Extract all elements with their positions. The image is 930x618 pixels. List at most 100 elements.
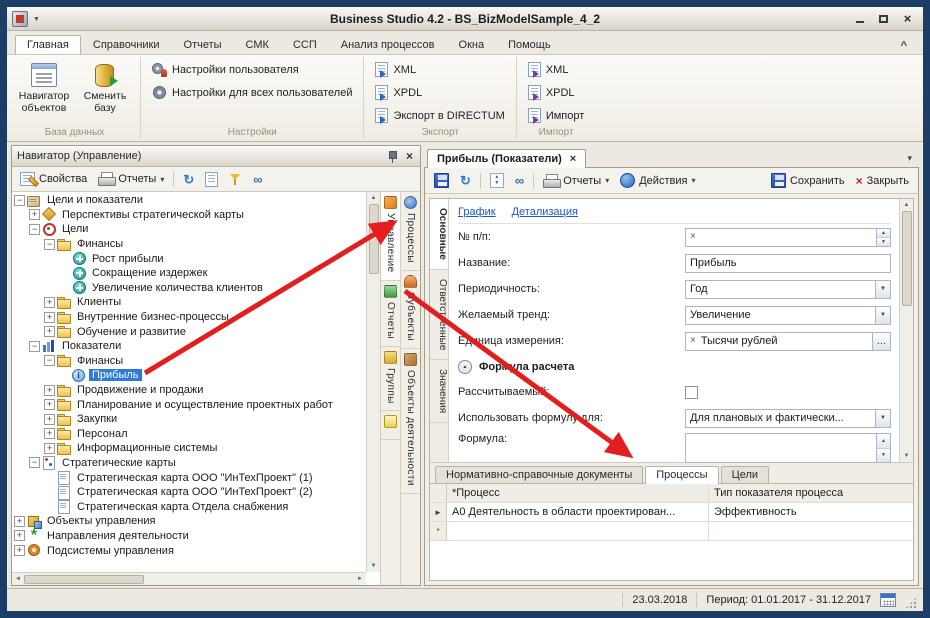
cell-process-empty[interactable] [447,522,709,540]
document-tab-profit[interactable]: Прибыль (Показатели) × [427,149,586,168]
side-tab-reports[interactable]: Отчеты [381,281,400,347]
tree-item[interactable]: −Цели и показатели [12,193,366,208]
tree-item[interactable]: −Стратегические карты [12,456,366,471]
filter-button[interactable] [224,170,247,189]
tab-goals[interactable]: Цели [721,466,769,483]
tree-expander-icon[interactable]: + [14,530,25,541]
expand-collapse-button[interactable] [485,170,509,191]
side-tab-main[interactable]: Основные [430,199,448,270]
save-and-stay-button[interactable]: Сохранить [766,170,850,191]
close-editor-button[interactable]: × Закрыть [851,172,914,190]
side-tab-subjects[interactable]: Субъекты [401,271,420,349]
unit-lookup[interactable]: × Тысячи рублей [685,332,873,351]
calendar-icon[interactable] [880,593,896,607]
tree-expander-icon[interactable]: − [44,239,55,250]
tree-item[interactable]: Прибыль [12,368,366,383]
formula-section-header[interactable]: ▲ Формула расчета [458,354,891,379]
tree-item[interactable]: Увеличение количества клиентов [12,281,366,296]
tree-item[interactable]: −Финансы [12,354,366,369]
trend-combo[interactable]: Увеличение [685,306,876,325]
tree-expander-icon[interactable]: + [44,385,55,396]
open-document-button[interactable] [200,169,223,190]
combo-dropdown-icon[interactable]: ▼ [876,280,891,299]
ribbon-tab-help[interactable]: Помощь [496,35,563,54]
side-tab-groups[interactable]: Группы [381,347,400,412]
app-logo-icon[interactable] [12,11,28,27]
calculated-checkbox[interactable] [685,386,698,399]
scrollbar-thumb[interactable] [902,211,912,306]
formula-memo[interactable] [685,433,877,463]
scroll-down-icon[interactable]: ▼ [902,451,912,461]
tree-vertical-scrollbar[interactable]: ▲ ▼ [366,192,380,572]
tab-processes[interactable]: Процессы [645,466,718,484]
import-button[interactable]: Импорт [523,106,589,125]
ribbon-tab-home[interactable]: Главная [15,35,81,54]
combo-dropdown-icon[interactable]: ▼ [876,409,891,428]
clear-icon[interactable]: × [690,336,696,346]
side-tab-activity-objects[interactable]: Объекты деятельности [401,349,420,494]
tree-item[interactable]: −Финансы [12,237,366,252]
scrollbar-thumb[interactable] [24,575,144,584]
tree-expander-icon[interactable]: + [14,516,25,527]
ribbon-tab-ssp[interactable]: ССП [281,35,329,54]
tree-expander-icon[interactable]: − [14,195,25,206]
grid-new-row[interactable]: * [430,522,913,541]
ribbon-tab-process-analysis[interactable]: Анализ процессов [329,35,447,54]
tree-item[interactable]: +Планирование и осуществление проектных … [12,397,366,412]
tree-item[interactable]: +Информационные системы [12,441,366,456]
spin-down-icon[interactable]: ▼ [877,448,890,463]
directum-export-button[interactable]: Экспорт в DIRECTUM [370,106,509,125]
properties-button[interactable]: Свойства [15,169,92,189]
collapse-section-icon[interactable]: ▲ [458,360,472,374]
tree-expander-icon[interactable]: − [29,224,40,235]
side-tab-management[interactable]: Управление [381,192,400,281]
formula-spinner[interactable]: ▲ ▼ [877,433,891,463]
scroll-down-icon[interactable]: ▼ [369,561,379,571]
tree-horizontal-scrollbar[interactable]: ◄ ► [12,572,366,585]
tree-expander-icon[interactable]: − [29,341,40,352]
tree-item[interactable]: +Продвижение и продажи [12,383,366,398]
name-input[interactable]: Прибыль [685,254,891,273]
side-tab-values[interactable]: Значения [430,360,448,423]
spin-up-icon[interactable]: ▲ [877,434,890,448]
tree-item[interactable]: −Показатели [12,339,366,354]
xml-import-button[interactable]: XML [523,60,589,79]
tree-item[interactable]: +Перспективы стратегической карты [12,208,366,223]
side-tab-processes[interactable]: Процессы [401,192,420,271]
scroll-up-icon[interactable]: ▲ [369,193,379,203]
detail-link[interactable]: Детализация [512,206,578,218]
cell-indicator-type-empty[interactable] [709,522,913,540]
tree-item[interactable]: +Объекты управления [12,514,366,529]
tree-expander-icon[interactable]: − [29,457,40,468]
num-spinner[interactable]: ▲ ▼ [877,228,891,247]
tree-item[interactable]: Стратегическая карта ООО "ИнТехПроект" (… [12,485,366,500]
ribbon-tab-windows[interactable]: Окна [447,35,497,54]
navigator-close-icon[interactable]: × [404,150,415,162]
lookup-ellipsis-button[interactable]: … [873,332,891,351]
ribbon-tab-smk[interactable]: СМК [234,35,281,54]
cell-process[interactable]: А0 Деятельность в области проектирован..… [447,503,709,521]
scroll-right-icon[interactable]: ► [355,574,365,584]
all-users-settings-button[interactable]: Настройки для всех пользователей [147,83,357,102]
ribbon-tab-reports[interactable]: Отчеты [172,35,234,54]
minimize-button[interactable] [849,11,870,26]
tab-regulatory-documents[interactable]: Нормативно-справочные документы [435,466,643,483]
scroll-up-icon[interactable]: ▲ [902,200,912,210]
combo-dropdown-icon[interactable]: ▼ [876,306,891,325]
clear-icon[interactable]: × [690,232,696,242]
tree-item[interactable]: +Обучение и развитие [12,324,366,339]
tree-expander-icon[interactable]: + [44,428,55,439]
link-button[interactable]: ∞ [248,170,267,189]
side-tab-extra[interactable] [381,411,400,440]
tree-expander-icon[interactable]: + [44,312,55,323]
refresh-button[interactable]: ↻ [178,170,199,189]
tree-expander-icon[interactable]: + [44,399,55,410]
tree-expander-icon[interactable]: + [14,545,25,556]
tree-item[interactable]: +Закупки [12,412,366,427]
grid-row[interactable]: ► А0 Деятельность в области проектирован… [430,503,913,522]
tree-expander-icon[interactable]: + [29,209,40,220]
grid-column-process[interactable]: *Процесс [447,484,709,502]
change-database-button[interactable]: Сменить базу [76,58,134,116]
cell-indicator-type[interactable]: Эффективность [709,503,913,521]
tree-item[interactable]: +Персонал [12,427,366,442]
